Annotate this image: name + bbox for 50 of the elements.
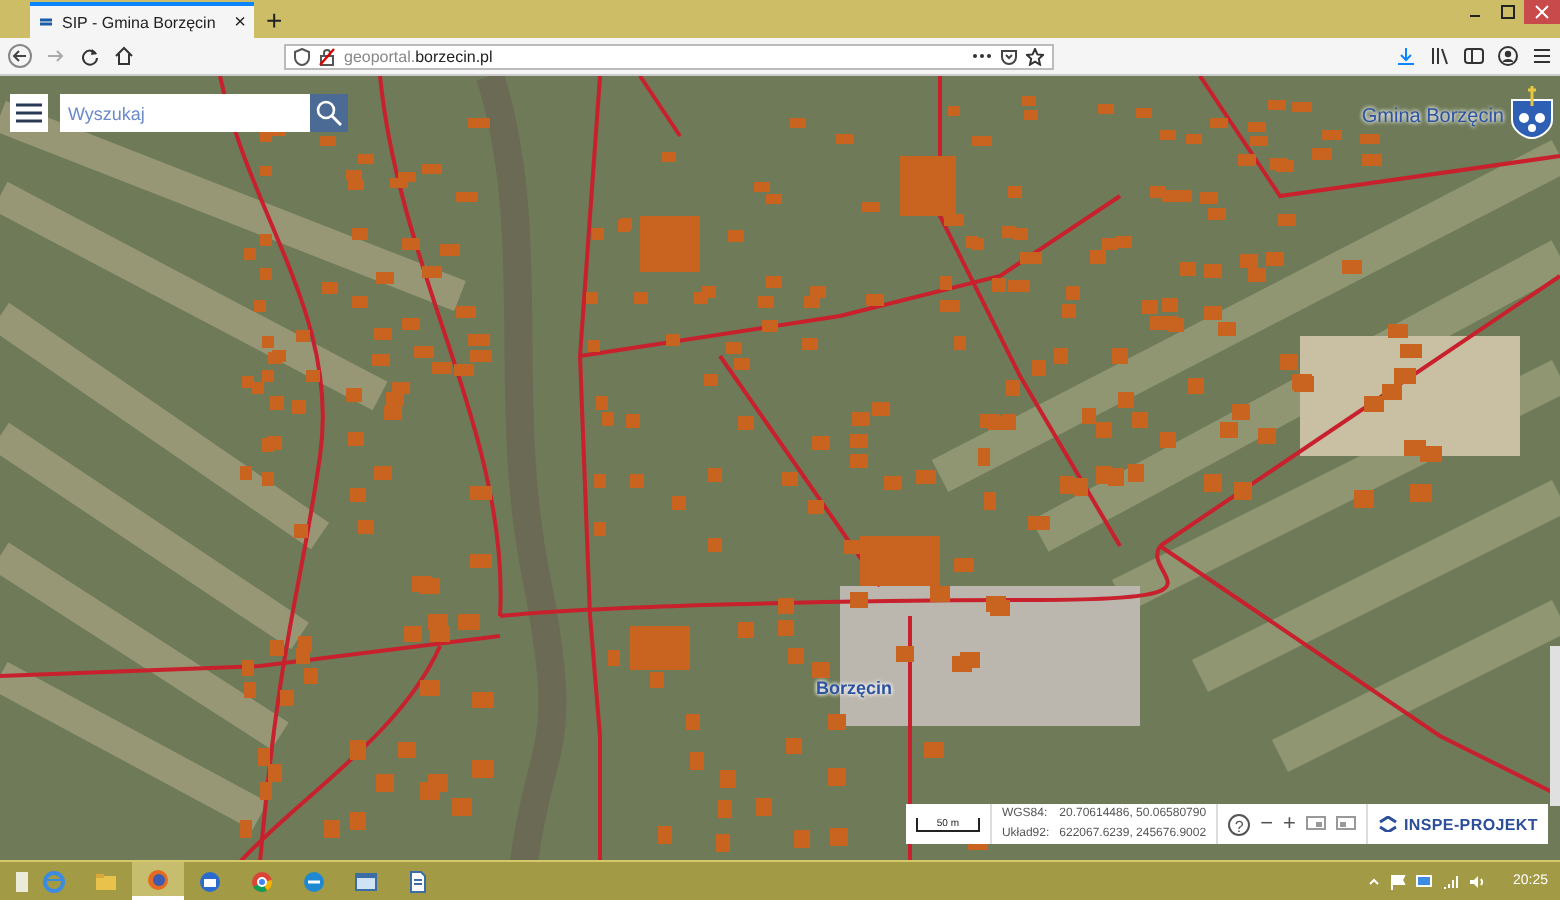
zoom-in-button[interactable]: + xyxy=(1283,812,1296,836)
home-icon[interactable] xyxy=(114,46,134,66)
download-icon[interactable] xyxy=(1396,46,1416,66)
speaker-icon[interactable] xyxy=(1468,873,1487,889)
menu-icon[interactable] xyxy=(1532,46,1552,66)
close-icon[interactable] xyxy=(1524,0,1560,24)
help-button[interactable]: ? xyxy=(1228,813,1251,835)
start-button[interactable] xyxy=(16,871,28,891)
close-tab-icon[interactable]: × xyxy=(234,11,246,33)
app-icon xyxy=(406,869,430,893)
screen-icon[interactable] xyxy=(1305,816,1326,832)
screen-icon[interactable] xyxy=(1335,816,1356,832)
app-icon xyxy=(198,869,222,893)
url-text: geoportal.borzecin.pl xyxy=(344,47,493,65)
search-field[interactable]: Wyszukaj xyxy=(60,94,310,132)
app-icon xyxy=(354,869,378,893)
address-bar[interactable]: geoportal.borzecin.pl xyxy=(284,43,1054,69)
menu-icon xyxy=(16,102,42,124)
taskbar-app[interactable] xyxy=(132,862,184,900)
scrollbar[interactable] xyxy=(1550,646,1560,806)
app-icon xyxy=(250,869,274,893)
account-icon[interactable] xyxy=(1498,46,1518,66)
app-icon xyxy=(42,869,66,893)
library-icon[interactable] xyxy=(1430,46,1450,66)
new-tab-button[interactable]: + xyxy=(266,4,283,36)
flag-icon[interactable] xyxy=(1390,873,1407,889)
more-icon[interactable] xyxy=(972,52,992,60)
coat-of-arms-icon xyxy=(1510,84,1554,140)
site-favicon xyxy=(38,14,54,30)
network-icon[interactable] xyxy=(1416,873,1433,889)
signal-icon[interactable] xyxy=(1442,873,1459,889)
pocket-icon[interactable] xyxy=(1000,47,1018,65)
app-icon xyxy=(146,867,170,891)
search-button[interactable] xyxy=(310,94,348,132)
municipality-name: Gmina Borzęcin xyxy=(1361,106,1504,128)
search-icon xyxy=(316,100,342,126)
star-icon[interactable] xyxy=(1026,47,1044,65)
logo-icon xyxy=(1377,816,1398,832)
company-logo: INSPE-PROJEKT xyxy=(1403,815,1538,833)
back-icon[interactable] xyxy=(8,44,32,68)
browser-tab[interactable]: SIP - Gmina Borzęcin × xyxy=(30,2,254,38)
app-icon xyxy=(94,869,118,893)
shield-icon xyxy=(294,47,310,65)
insecure-lock-icon xyxy=(318,47,336,65)
chevron-up-icon[interactable] xyxy=(1368,875,1381,887)
sidebar-icon[interactable] xyxy=(1464,46,1484,66)
menu-button[interactable] xyxy=(10,94,48,132)
zoom-out-button[interactable]: − xyxy=(1260,812,1273,836)
app-icon xyxy=(302,869,326,893)
reload-icon[interactable] xyxy=(80,46,100,66)
